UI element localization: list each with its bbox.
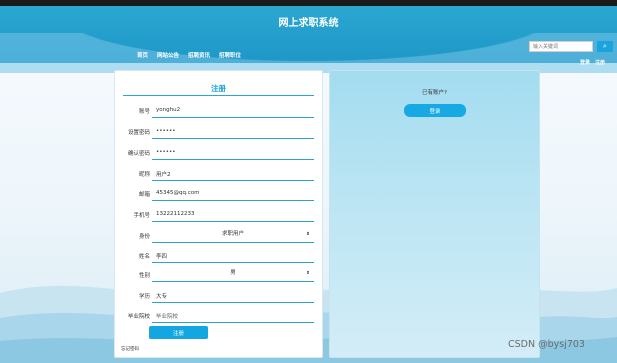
email-input[interactable]: 45345@qq.com	[156, 190, 199, 196]
watermark-text: CSDN @bysj703	[508, 339, 585, 350]
forgot-password-link[interactable]: 忘记密码	[121, 346, 139, 352]
field-account: 账号 yonghu2	[115, 102, 322, 122]
school-input[interactable]: 毕业院校	[156, 312, 178, 320]
gender-select[interactable]: 男	[152, 266, 314, 280]
login-button[interactable]: 登录	[404, 104, 466, 117]
field-label: 手机号	[133, 213, 150, 219]
field-label: 邮箱	[138, 192, 150, 198]
nav-home[interactable]: 首页	[137, 51, 148, 59]
field-label: 身份	[138, 234, 150, 240]
field-identity: 身份 求职用户 ⬍	[115, 227, 322, 247]
select-arrow-icon: ⬍	[306, 232, 310, 237]
field-education: 学历 大专	[115, 287, 322, 307]
field-confirm-password: 确认密码 ••••••	[115, 144, 322, 164]
field-password: 设置密码 ••••••	[115, 123, 322, 143]
site-title: 网上求职系统	[278, 18, 339, 29]
select-arrow-icon: ⬍	[306, 271, 310, 276]
field-label: 账号	[138, 109, 150, 115]
auth-links: 登录 注册	[580, 59, 605, 66]
login-link[interactable]: 登录	[580, 59, 590, 66]
nav-announcements[interactable]: 网站公告	[157, 51, 179, 59]
nav-recruit-news[interactable]: 招聘资讯	[188, 51, 210, 59]
field-nickname: 昵称 用户2	[115, 165, 322, 185]
title-underline	[123, 95, 314, 96]
education-input[interactable]: 大专	[156, 292, 167, 300]
register-card: 注册 账号 yonghu2 设置密码 •••••• 确认密码 •••••• 昵称…	[114, 70, 323, 358]
register-title: 注册	[211, 84, 226, 93]
search-input[interactable]	[529, 41, 593, 52]
field-name: 姓名 李四	[115, 247, 322, 267]
header-wave-decoration	[0, 33, 617, 73]
phone-input[interactable]: 13222112233	[156, 211, 195, 217]
field-email: 邮箱 45345@qq.com	[115, 185, 322, 205]
password-input[interactable]: ••••••	[156, 128, 175, 134]
field-label: 昵称	[138, 172, 150, 178]
search-icon: ⌕	[603, 42, 607, 50]
nav-recruit-positions[interactable]: 招聘职位	[219, 51, 241, 59]
have-account-text: 已有账户?	[422, 90, 447, 96]
confirm-password-input[interactable]: ••••••	[156, 149, 175, 155]
nickname-input[interactable]: 用户2	[156, 170, 171, 178]
main-nav: 首页 网站公告 招聘资讯 招聘职位	[137, 51, 241, 59]
login-panel: 已有账户? 登录	[329, 70, 540, 358]
field-label: 姓名	[138, 254, 150, 260]
field-label: 性别	[138, 273, 150, 279]
identity-select[interactable]: 求职用户	[152, 227, 314, 241]
account-input[interactable]: yonghu2	[156, 107, 180, 113]
name-input[interactable]: 李四	[156, 252, 167, 260]
register-button[interactable]: 注册	[149, 326, 208, 339]
field-label: 学历	[138, 294, 150, 300]
field-label: 确认密码	[127, 151, 150, 157]
search-button[interactable]: ⌕	[597, 41, 613, 52]
field-label: 设置密码	[127, 130, 150, 136]
site-header: 网上求职系统 首页 网站公告 招聘资讯 招聘职位 ⌕ 登录 注册	[0, 6, 617, 73]
field-school: 毕业院校 毕业院校	[115, 307, 322, 327]
search-bar: ⌕	[529, 41, 613, 52]
field-phone: 手机号 13222112233	[115, 206, 322, 226]
register-link[interactable]: 注册	[595, 59, 605, 66]
field-gender: 性别 男 ⬍	[115, 266, 322, 286]
field-label: 毕业院校	[127, 314, 150, 320]
